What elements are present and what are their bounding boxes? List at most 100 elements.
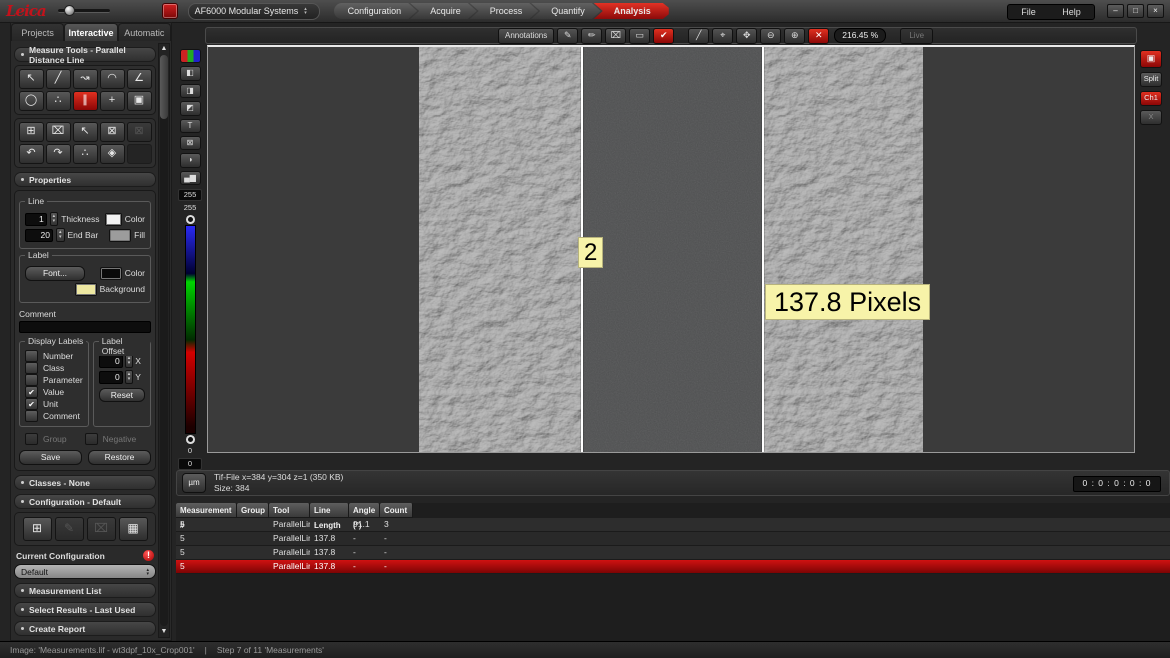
scrollbar-track[interactable] bbox=[160, 55, 168, 626]
histogram-auto-button[interactable]: ◩ bbox=[180, 101, 201, 115]
workflow-step-process[interactable]: Process bbox=[470, 3, 539, 19]
delete-selected-button[interactable]: ⊠ bbox=[100, 122, 125, 142]
delete-annotation-button[interactable]: ⌧ bbox=[605, 28, 626, 44]
new-configuration-button[interactable]: ⊞ bbox=[23, 517, 52, 541]
center-view-button[interactable]: ⌖ bbox=[712, 28, 733, 44]
lut-gradient-bar[interactable] bbox=[185, 225, 196, 435]
close-channel-button[interactable]: X bbox=[1140, 110, 1162, 125]
histogram-button[interactable]: ▄▆ bbox=[180, 171, 201, 185]
restore-button[interactable]: Restore bbox=[88, 450, 151, 465]
draw-freehand-button[interactable]: ✏ bbox=[581, 28, 602, 44]
scrollbar-thumb[interactable] bbox=[160, 55, 168, 119]
lut-max-knob[interactable] bbox=[186, 215, 195, 224]
measure-tools-header[interactable]: Measure Tools - Parallel Distance Line bbox=[14, 47, 156, 62]
table-row-selected[interactable]: 5 ParallelLines 137.8 - - bbox=[176, 560, 1170, 574]
histogram-stretch-down-button[interactable]: ◨ bbox=[180, 84, 201, 98]
point-set-tool-button[interactable]: ∴ bbox=[46, 91, 71, 111]
comment-input[interactable] bbox=[19, 321, 151, 333]
workflow-step-quantify[interactable]: Quantify bbox=[531, 3, 601, 19]
fit-to-window-button[interactable]: ✕ bbox=[808, 28, 829, 44]
measurement-value-label[interactable]: 137.8 Pixels bbox=[765, 284, 930, 320]
fill-color-swatch[interactable] bbox=[109, 229, 131, 242]
measurement-line-right[interactable] bbox=[762, 47, 764, 452]
comment-checkbox[interactable] bbox=[25, 410, 38, 422]
workflow-step-acquire[interactable]: Acquire bbox=[410, 3, 477, 19]
column-header-measurement[interactable]: Measurement # bbox=[176, 503, 237, 518]
tab-projects[interactable]: Projects bbox=[11, 23, 64, 41]
table-row[interactable]: 5 ParallelLines 137.8 - - bbox=[176, 546, 1170, 560]
configuration-section-header[interactable]: Configuration - Default bbox=[14, 494, 156, 509]
reset-button[interactable]: Reset bbox=[99, 388, 145, 402]
select-arrow-tool-button[interactable]: ↖ bbox=[19, 69, 44, 89]
unit-button[interactable]: µm bbox=[182, 473, 206, 493]
save-configuration-button[interactable]: ▦ bbox=[119, 517, 148, 541]
table-row[interactable]: 5 ParallelLines - 91.1 3 bbox=[176, 518, 1170, 532]
parameter-checkbox[interactable] bbox=[25, 374, 38, 386]
freehand-line-tool-button[interactable]: ↝ bbox=[73, 69, 98, 89]
measurement-list-section-header[interactable]: Measurement List bbox=[14, 583, 156, 598]
select-labels-button[interactable]: ↖ bbox=[73, 122, 98, 142]
column-header-angle[interactable]: Angle (°) bbox=[349, 503, 380, 518]
offset-x-stepper[interactable]: ▴▾ bbox=[125, 354, 134, 368]
circle-tool-button[interactable]: ◯ bbox=[19, 91, 44, 111]
menu-file[interactable]: File bbox=[1021, 7, 1036, 17]
stamp-tool-button[interactable]: ▣ bbox=[127, 91, 152, 111]
delete-measurement-button[interactable]: ⌧ bbox=[46, 122, 71, 142]
lut-min-knob[interactable] bbox=[186, 435, 195, 444]
cross-marker-tool-button[interactable]: + bbox=[100, 91, 125, 111]
thickness-input[interactable]: 1 bbox=[25, 213, 47, 226]
undo-button[interactable]: ↶ bbox=[19, 144, 44, 164]
annotations-button[interactable]: Annotations bbox=[498, 28, 554, 44]
scroll-up-icon[interactable]: ▲ bbox=[161, 44, 168, 54]
number-checkbox[interactable] bbox=[25, 350, 38, 362]
menu-help[interactable]: Help bbox=[1062, 7, 1081, 17]
reset-display-button[interactable]: ⊠ bbox=[180, 136, 201, 150]
column-header-tool[interactable]: Tool bbox=[269, 503, 310, 518]
tab-interactive[interactable]: Interactive bbox=[64, 23, 117, 41]
label-color-swatch[interactable] bbox=[100, 267, 122, 280]
properties-header[interactable]: Properties bbox=[14, 172, 156, 187]
scale-bar-button[interactable]: ▭ bbox=[629, 28, 650, 44]
image-viewer[interactable]: 2 137.8 Pixels bbox=[207, 45, 1135, 453]
minimize-icon[interactable]: – bbox=[1107, 4, 1124, 18]
channel-1-button[interactable]: Ch1 bbox=[1140, 91, 1162, 106]
histogram-stretch-up-button[interactable]: ◧ bbox=[180, 66, 201, 80]
column-header-group[interactable]: Group bbox=[237, 503, 269, 518]
close-icon[interactable]: × bbox=[1147, 4, 1164, 18]
maximize-icon[interactable]: □ bbox=[1127, 4, 1144, 18]
intensity-slider[interactable] bbox=[58, 9, 110, 13]
offset-y-input[interactable]: 0 bbox=[99, 371, 123, 384]
save-button[interactable]: Save bbox=[19, 450, 82, 465]
line-profile-button[interactable]: ╱ bbox=[688, 28, 709, 44]
end-bar-input[interactable]: 20 bbox=[25, 229, 53, 242]
column-header-count[interactable]: Count bbox=[380, 503, 413, 518]
draw-arrow-button[interactable]: ✎ bbox=[557, 28, 578, 44]
measurement-number-label[interactable]: 2 bbox=[578, 237, 603, 268]
thickness-stepper[interactable]: ▴▾ bbox=[50, 212, 59, 226]
overlay-button[interactable]: ▣ bbox=[1140, 50, 1162, 68]
slider-knob-icon[interactable] bbox=[64, 5, 75, 16]
split-button[interactable]: Split bbox=[1140, 72, 1162, 87]
unit-checkbox[interactable]: ✔ bbox=[25, 398, 38, 410]
angle-tool-button[interactable]: ∠ bbox=[127, 69, 152, 89]
line-tool-button[interactable]: ╱ bbox=[46, 69, 71, 89]
closed-curve-tool-button[interactable]: ◠ bbox=[100, 69, 125, 89]
contrast-button[interactable]: ◑ bbox=[180, 153, 201, 167]
channels-lut-button[interactable] bbox=[180, 49, 201, 63]
parallel-distance-line-tool-button[interactable]: ∥ bbox=[73, 91, 98, 111]
select-results-section-header[interactable]: Select Results - Last Used bbox=[14, 602, 156, 617]
zoom-out-button[interactable]: ⊖ bbox=[760, 28, 781, 44]
configuration-dropdown[interactable]: Default ▴▾ bbox=[14, 564, 156, 579]
value-checkbox[interactable]: ✔ bbox=[25, 386, 38, 398]
point-labels-button[interactable]: ∴ bbox=[73, 144, 98, 164]
pan-button[interactable]: ✥ bbox=[736, 28, 757, 44]
table-row[interactable]: 5 ParallelLines 137.8 - - bbox=[176, 532, 1170, 546]
label-background-swatch[interactable] bbox=[75, 283, 97, 296]
redo-button[interactable]: ↷ bbox=[46, 144, 71, 164]
measure-mode-button[interactable]: ✔ bbox=[653, 28, 674, 44]
workflow-step-configuration[interactable]: Configuration bbox=[334, 3, 418, 19]
tab-automatic[interactable]: Automatic bbox=[118, 23, 171, 41]
system-selector-dropdown[interactable]: AF6000 Modular Systems ▴▾ bbox=[188, 3, 320, 20]
copy-measurements-button[interactable]: ⊞ bbox=[19, 122, 44, 142]
zoom-in-button[interactable]: ⊕ bbox=[784, 28, 805, 44]
